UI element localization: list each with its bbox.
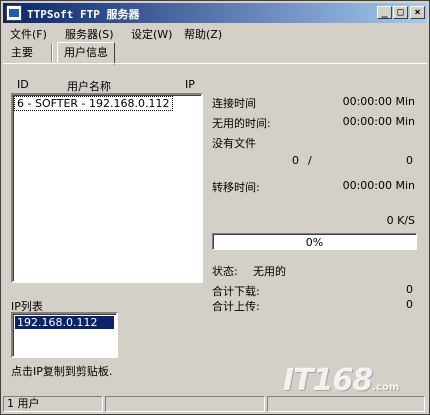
- ip-list[interactable]: 192.168.0.112: [11, 312, 118, 358]
- file-count-right: 0: [406, 154, 413, 167]
- status-panel-2: [105, 396, 265, 412]
- users-header-id[interactable]: ID: [17, 78, 29, 91]
- connect-time-value: 00:00:00 Min: [342, 95, 415, 108]
- app-icon[interactable]: [6, 5, 22, 21]
- tab-panel-edge: [3, 63, 427, 64]
- close-button[interactable]: ×: [410, 6, 425, 19]
- watermark-text: IT168: [283, 363, 373, 398]
- tab-strip: 主要 用户信息: [3, 42, 427, 65]
- title-bar[interactable]: TTPSoft FTP 服务器 _ □ ×: [3, 3, 427, 23]
- upload-total-value: 0: [406, 298, 413, 311]
- users-header-name[interactable]: 用户名称: [67, 78, 111, 94]
- file-count-separator: /: [308, 154, 312, 167]
- menu-bar: 文件(F) 服务器(S) 设定(W) 帮助(Z): [3, 24, 427, 42]
- status-panel-3: [267, 396, 425, 412]
- file-count-left: 0: [292, 154, 299, 167]
- it168-watermark-logo: IT168.com: [283, 363, 423, 398]
- watermark-suffix: .com: [372, 382, 400, 393]
- idle-time-value: 00:00:00 Min: [342, 115, 415, 128]
- idle-time-label: 无用的时间:: [212, 117, 271, 130]
- tab-user-info[interactable]: 用户信息: [57, 42, 115, 65]
- maximize-button[interactable]: □: [393, 6, 408, 19]
- minimize-button[interactable]: _: [377, 6, 392, 19]
- users-list[interactable]: 6 - SOFTER - 192.168.0.112: [11, 93, 203, 283]
- menu-file[interactable]: 文件(F): [10, 26, 47, 42]
- transfer-progress-bar: 0%: [212, 233, 417, 250]
- list-item[interactable]: 6 - SOFTER - 192.168.0.112: [14, 96, 173, 111]
- ftp-server-window: TTPSoft FTP 服务器 _ □ × 文件(F) 服务器(S) 设定(W)…: [0, 0, 430, 415]
- transfer-time-label: 转移时间:: [212, 181, 260, 194]
- menu-help[interactable]: 帮助(Z): [184, 26, 222, 42]
- transfer-speed: 0 K/S: [386, 214, 415, 227]
- tab-main[interactable]: 主要: [5, 44, 39, 62]
- status-value: 无用的: [253, 265, 286, 278]
- status-panel-users: 1 用户: [3, 396, 103, 412]
- connect-time-label: 连接时间: [212, 97, 256, 110]
- download-total-label: 合计下载:: [212, 285, 260, 298]
- tab-separator: [51, 44, 53, 62]
- upload-total-label: 合计上传:: [212, 300, 260, 313]
- status-label: 状态:: [212, 265, 238, 278]
- ip-copy-hint: 点击IP复制到剪贴板.: [11, 365, 113, 378]
- no-file-label: 没有文件: [212, 137, 256, 150]
- progress-text: 0%: [305, 236, 324, 249]
- download-total-value: 0: [406, 283, 413, 296]
- transfer-time-value: 00:00:00 Min: [342, 179, 415, 192]
- users-header-ip[interactable]: IP: [185, 78, 195, 91]
- menu-server[interactable]: 服务器(S): [65, 26, 114, 42]
- list-item[interactable]: 192.168.0.112: [15, 316, 114, 329]
- menu-settings[interactable]: 设定(W): [131, 26, 172, 42]
- window-title: TTPSoft FTP 服务器: [27, 8, 140, 21]
